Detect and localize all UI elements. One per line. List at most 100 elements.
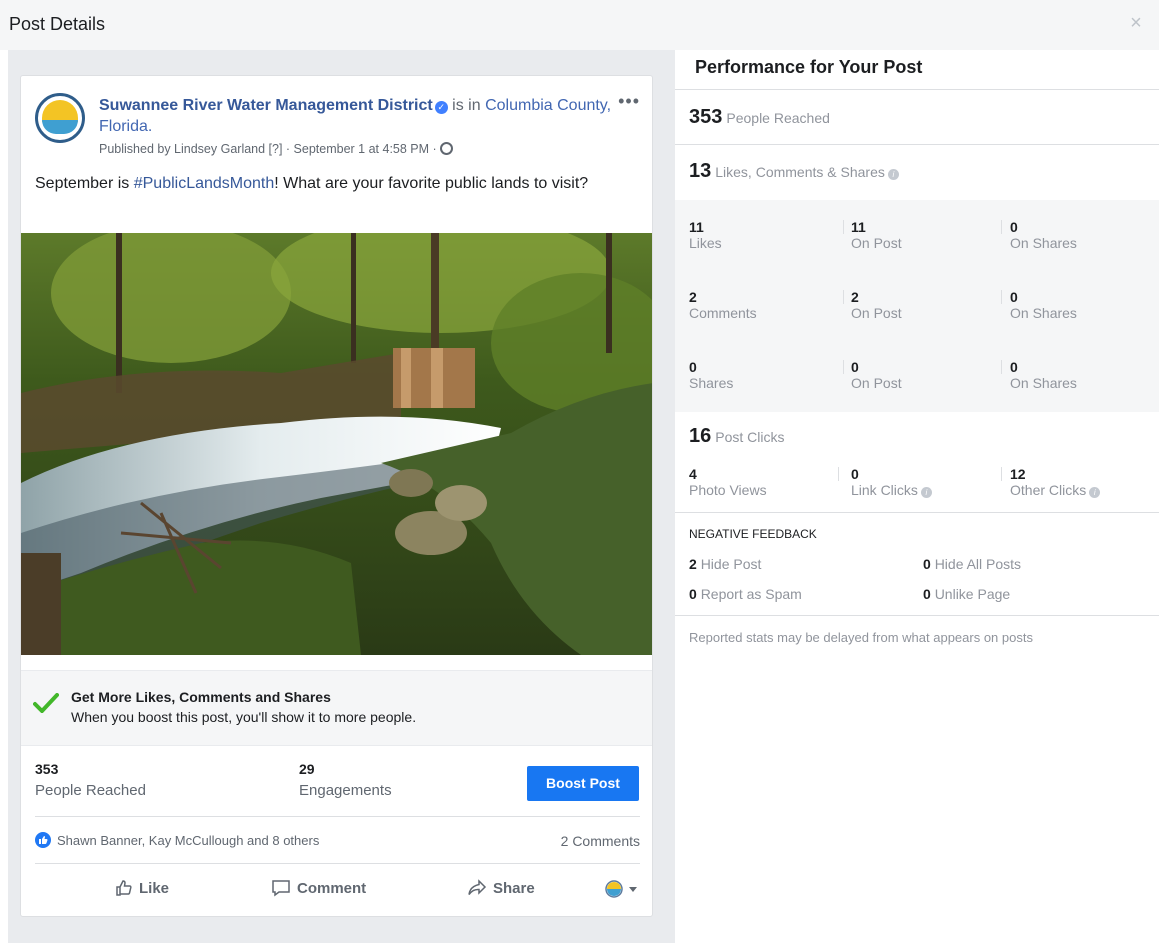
stat-engagements: 29 Engagements xyxy=(299,761,392,799)
promo-title: Get More Likes, Comments and Shares xyxy=(71,689,331,705)
more-options-icon[interactable]: ••• xyxy=(618,91,640,112)
page-name-link[interactable]: Suwannee River Water Management District xyxy=(99,97,433,114)
cell-value: 0 xyxy=(851,359,859,375)
perf-value: 13 xyxy=(689,160,712,182)
share-icon xyxy=(468,879,487,895)
cell-label: On Post xyxy=(851,235,902,251)
share-button[interactable]: Share xyxy=(467,878,535,902)
stat-people-reached: 353 People Reached xyxy=(35,761,146,799)
globe-icon[interactable] xyxy=(440,142,454,155)
likes-on-post: 11 On Post xyxy=(851,219,902,251)
performance-title: Performance for Your Post xyxy=(675,50,1159,90)
cell-label: Other Clicks xyxy=(1010,482,1087,498)
verified-badge-icon: ✓ xyxy=(434,101,448,114)
divider xyxy=(1001,467,1002,481)
neg-report-spam: 0 Report as Spam xyxy=(689,586,802,602)
neg-value: 0 xyxy=(689,586,697,602)
like-button[interactable]: Like xyxy=(115,878,169,902)
promo-subtitle: When you boost this post, you'll show it… xyxy=(71,709,417,725)
neg-hide-post: 2 Hide Post xyxy=(689,556,761,572)
shares-total: 0 Shares xyxy=(689,359,733,391)
neg-label: Hide Post xyxy=(700,556,762,572)
cell-label: On Shares xyxy=(1010,235,1077,251)
reactors-link[interactable]: Shawn Banner, Kay McCullough and 8 other… xyxy=(57,833,319,848)
info-icon[interactable]: i xyxy=(1089,487,1101,498)
share-label: Share xyxy=(493,880,535,897)
neg-label: Unlike Page xyxy=(934,586,1011,602)
cell-label: Likes xyxy=(689,235,722,251)
performance-panel: Performance for Your Post 353 People Reac… xyxy=(675,50,1159,943)
divider xyxy=(675,512,1159,513)
link-clicks: 0 Link Clicks i xyxy=(851,466,932,498)
perf-label: Likes, Comments & Shares xyxy=(715,164,885,180)
dialog-title: Post Details xyxy=(9,14,106,34)
cell-value: 4 xyxy=(689,466,697,482)
cell-label: Photo Views xyxy=(689,482,767,498)
disclaimer-text: Reported stats may be delayed from what … xyxy=(689,630,1033,645)
divider xyxy=(675,144,1159,145)
cell-value: 2 xyxy=(851,289,859,305)
published-by-text: Published by Lindsey Garland [?] · Septe… xyxy=(99,142,437,156)
page-avatar-dropdown-icon xyxy=(605,880,637,898)
avatar-sun-icon xyxy=(42,100,78,122)
boost-post-button[interactable]: Boost Post xyxy=(527,766,639,801)
info-icon[interactable]: i xyxy=(887,169,899,180)
cell-label: Link Clicks xyxy=(851,482,918,498)
info-icon[interactable]: i xyxy=(920,487,932,498)
perf-engagement: 13 Likes, Comments & Shares i xyxy=(689,160,899,183)
like-label: Like xyxy=(139,880,170,897)
post-text-end: ! What are your favorite public lands to… xyxy=(274,175,589,192)
divider xyxy=(675,615,1159,616)
reactions-row: Shawn Banner, Kay McCullough and 8 other… xyxy=(35,816,640,864)
cell-value: 0 xyxy=(689,359,697,375)
comments-count-link[interactable]: 2 Comments xyxy=(561,833,640,849)
neg-unlike-page: 0 Unlike Page xyxy=(923,586,1010,602)
divider xyxy=(843,220,844,234)
page-selector[interactable] xyxy=(605,880,641,903)
shares-on-post: 0 On Post xyxy=(851,359,902,391)
checkmark-icon xyxy=(33,693,59,713)
post-actions: Like Comment Share xyxy=(35,864,640,916)
perf-value: 16 xyxy=(689,425,712,447)
dialog-header: Post Details × xyxy=(0,0,1159,50)
cell-value: 0 xyxy=(1010,219,1018,235)
post-text-start: September is xyxy=(35,175,134,192)
divider xyxy=(838,467,839,481)
shares-on-shares: 0 On Shares xyxy=(1010,359,1077,391)
likes-on-shares: 0 On Shares xyxy=(1010,219,1077,251)
neg-hide-all-posts: 0 Hide All Posts xyxy=(923,556,1021,572)
comments-total: 2 Comments xyxy=(689,289,757,321)
perf-people-reached: 353 People Reached xyxy=(689,106,830,129)
like-reaction-icon xyxy=(35,832,51,848)
post-author-line: Suwannee River Water Management District… xyxy=(99,95,624,137)
close-icon[interactable]: × xyxy=(1125,12,1147,34)
comment-button[interactable]: Comment xyxy=(271,878,366,902)
other-clicks: 12 Other Clicks i xyxy=(1010,466,1101,498)
cell-label: Comments xyxy=(689,305,757,321)
stat-label: People Reached xyxy=(35,782,146,799)
cell-label: On Shares xyxy=(1010,375,1077,391)
divider xyxy=(1001,290,1002,304)
cell-label: On Post xyxy=(851,305,902,321)
neg-value: 0 xyxy=(923,556,931,572)
post-stats-row: 353 People Reached 29 Engagements Boost … xyxy=(21,748,652,814)
stat-value: 353 xyxy=(35,761,59,777)
comment-label: Comment xyxy=(297,880,367,897)
like-icon xyxy=(116,880,132,896)
cell-label: On Post xyxy=(851,375,902,391)
photo-views: 4 Photo Views xyxy=(689,466,767,498)
cell-label: Shares xyxy=(689,375,734,391)
stat-label: Engagements xyxy=(299,782,392,799)
page-avatar[interactable] xyxy=(35,93,85,143)
perf-label: People Reached xyxy=(726,110,830,126)
divider xyxy=(843,360,844,374)
neg-value: 0 xyxy=(923,586,931,602)
location-prefix: is in xyxy=(452,97,481,114)
negative-feedback-title: NEGATIVE FEEDBACK xyxy=(689,527,817,541)
cell-value: 11 xyxy=(689,219,704,235)
hashtag-link[interactable]: #PublicLandsMonth xyxy=(134,175,275,192)
divider xyxy=(1001,220,1002,234)
cell-value: 12 xyxy=(1010,466,1026,482)
post-photo[interactable] xyxy=(21,233,652,655)
stat-value: 29 xyxy=(299,761,315,777)
